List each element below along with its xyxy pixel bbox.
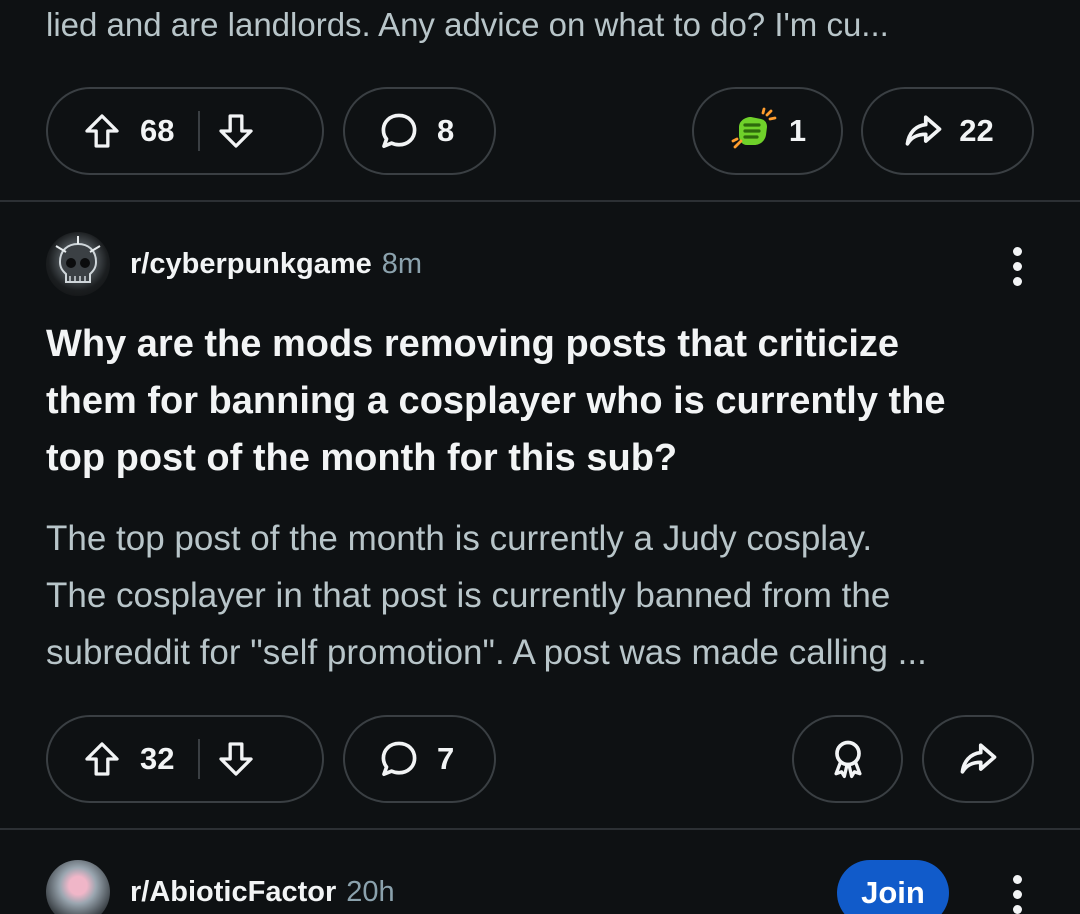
award-button[interactable] xyxy=(792,715,903,803)
post-divider xyxy=(0,200,1080,202)
kebab-dot xyxy=(1012,277,1022,286)
speech-bubble-icon xyxy=(381,113,417,149)
join-button[interactable]: Join xyxy=(837,860,949,914)
subreddit-avatar[interactable] xyxy=(46,860,110,914)
more-options-button[interactable] xyxy=(1010,875,1024,914)
award-button[interactable]: 1 xyxy=(692,87,843,175)
arrow-down-icon xyxy=(219,742,253,776)
previous-post[interactable]: lied and are landlords. Any advice on wh… xyxy=(0,0,1080,53)
downvote-button[interactable] xyxy=(216,739,256,779)
kebab-dot xyxy=(1012,247,1022,256)
post-body-line: The top post of the month is currently a… xyxy=(46,519,873,558)
kebab-dot xyxy=(1012,875,1022,884)
kebab-dot xyxy=(1012,905,1022,914)
post-time: 8m xyxy=(381,247,423,280)
post-title-line: top post of the month for this sub? xyxy=(46,437,678,479)
subreddit-name[interactable]: r/cyberpunkgame xyxy=(130,248,372,281)
next-post-header: r/AbioticFactor 20h xyxy=(46,860,395,914)
subreddit-name[interactable]: r/AbioticFactor xyxy=(130,876,336,909)
comment-count: 8 xyxy=(437,113,455,148)
share-count: 22 xyxy=(959,113,994,148)
post-body-line: The cosplayer in that post is currently … xyxy=(46,576,891,615)
share-button[interactable]: 22 xyxy=(861,87,1034,175)
vote-count: 68 xyxy=(140,113,175,148)
comments-button[interactable]: 8 xyxy=(343,87,496,175)
arrow-up-icon xyxy=(85,114,119,148)
upvote-button[interactable] xyxy=(82,111,122,151)
vote-control: 68 xyxy=(46,87,324,175)
kebab-dot xyxy=(1012,890,1022,899)
kebab-dot xyxy=(1012,262,1022,271)
share-button[interactable] xyxy=(922,715,1034,803)
speech-bubble-icon xyxy=(381,741,417,777)
post-divider xyxy=(0,828,1080,830)
arrow-up-icon xyxy=(85,742,119,776)
vote-separator xyxy=(198,111,200,151)
share-arrow-icon xyxy=(960,743,997,774)
post-header: r/cyberpunkgame 8m xyxy=(46,232,422,296)
vote-count: 32 xyxy=(140,741,175,776)
feed: lied and are landlords. Any advice on wh… xyxy=(0,0,1080,914)
post-title-line: them for banning a cosplayer who is curr… xyxy=(46,380,946,422)
post-body[interactable]: The top post of the month is currently a… xyxy=(46,510,1036,681)
vote-separator xyxy=(198,739,200,779)
skull-avatar-icon xyxy=(55,236,101,283)
downvote-button[interactable] xyxy=(216,111,256,151)
post-time: 20h xyxy=(346,875,395,908)
post-title-line: Why are the mods removing posts that cri… xyxy=(46,323,900,365)
comments-button[interactable]: 7 xyxy=(343,715,496,803)
post-title[interactable]: Why are the mods removing posts that cri… xyxy=(46,316,1046,487)
post-actions: 32 7 xyxy=(0,715,1080,807)
award-count: 1 xyxy=(788,113,807,148)
comment-count: 7 xyxy=(437,741,455,776)
post-snippet[interactable]: lied and are landlords. Any advice on wh… xyxy=(0,0,1080,53)
arrow-down-icon xyxy=(219,114,253,148)
previous-post-actions: 68 8 1 22 xyxy=(0,87,1080,179)
award-ribbon-icon xyxy=(833,740,862,779)
subreddit-avatar[interactable] xyxy=(46,232,110,296)
share-arrow-icon xyxy=(905,115,942,146)
vote-control: 32 xyxy=(46,715,324,803)
upvote-button[interactable] xyxy=(82,739,122,779)
award-hand-icon xyxy=(731,107,777,149)
post-body-line: subreddit for "self promotion". A post w… xyxy=(46,633,927,672)
more-options-button[interactable] xyxy=(1010,247,1024,286)
